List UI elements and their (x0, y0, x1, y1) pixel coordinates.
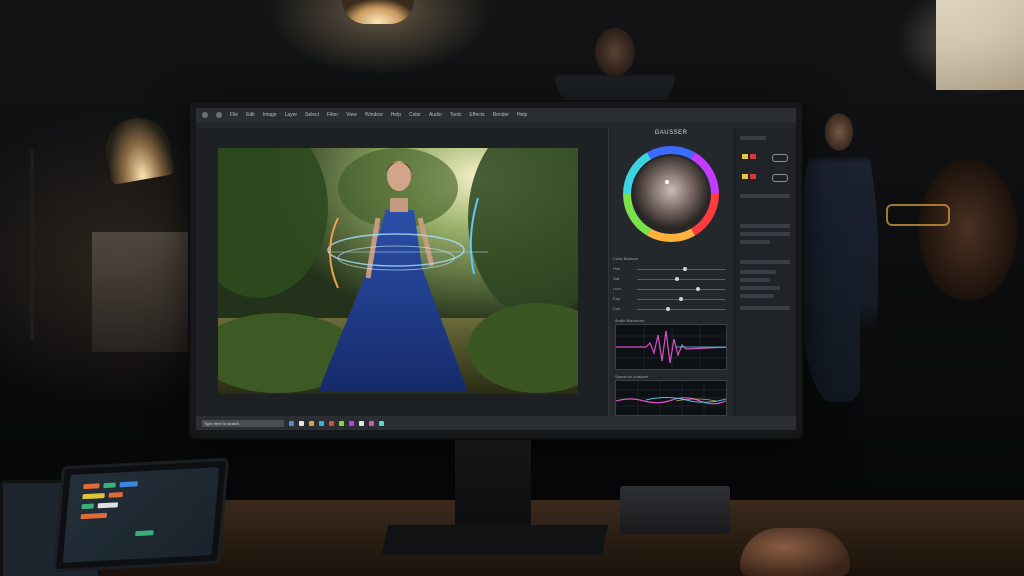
panel-row (740, 240, 770, 244)
scope2-label: Spectrum Analyzer (615, 374, 649, 379)
taskbar-app-icon[interactable] (289, 420, 294, 426)
taskbar-app-icon[interactable] (319, 420, 324, 426)
image-viewport[interactable] (218, 148, 578, 394)
monitor: File Edit Image Layer Select Filter View… (190, 102, 802, 438)
tablet-chip[interactable] (83, 483, 100, 490)
menu-item-11[interactable]: Tools (450, 112, 462, 118)
tablet-chip[interactable] (97, 502, 119, 509)
studio-scene: File Edit Image Layer Select Filter View… (0, 0, 1024, 576)
shelf (92, 232, 188, 352)
desk-lamp-arm (30, 150, 34, 340)
taskbar: Type here to search (196, 416, 796, 430)
slider-hue[interactable]: Hue (613, 266, 729, 272)
menu-item-4[interactable]: Select (305, 112, 319, 118)
panel-row (740, 278, 770, 282)
desk-lamp (101, 112, 175, 186)
slider-sat[interactable]: Sat (613, 276, 729, 282)
menu-item-2[interactable]: Image (263, 112, 277, 118)
panel-title: GAUSSER (654, 130, 688, 136)
color-wheel[interactable] (609, 142, 733, 252)
color-picker-handle[interactable] (665, 180, 669, 184)
taskbar-app-icon[interactable] (349, 420, 354, 426)
panel-row (740, 224, 790, 228)
panel-row (740, 232, 790, 236)
control-tablet (52, 457, 230, 573)
forest-portrait-image (218, 148, 578, 394)
menu-item-8[interactable]: Help (391, 112, 401, 118)
tablet-chip[interactable] (119, 481, 138, 488)
taskbar-app-icon[interactable] (359, 420, 364, 426)
menu-item-0[interactable]: File (230, 112, 238, 118)
tablet-chip[interactable] (135, 530, 154, 537)
color-panel: GAUSSER Color Balance Hue Sat Lum Exp Co… (608, 128, 733, 418)
menu-item-14[interactable]: Help (517, 112, 527, 118)
window-minimize-icon[interactable] (216, 112, 222, 118)
menu-item-12[interactable]: Effects (469, 112, 484, 118)
spectrum-scope (615, 380, 727, 416)
taskbar-search-input[interactable]: Type here to search (202, 419, 284, 427)
panel-row (740, 260, 790, 264)
taskbar-app-icon[interactable] (309, 420, 314, 426)
slider-knob[interactable] (683, 267, 688, 271)
monitor-stand-base (381, 525, 609, 555)
panel-row (740, 306, 790, 310)
waveform-scope (615, 324, 727, 370)
slider-knob[interactable] (674, 277, 679, 281)
menu-item-10[interactable]: Audio (429, 112, 442, 118)
panel-row (740, 286, 780, 290)
taskbar-app-icon[interactable] (329, 420, 334, 426)
toggle-icon[interactable] (772, 154, 788, 162)
panel-row (740, 270, 776, 274)
ceiling-lamp (342, 0, 414, 24)
menu-bar: File Edit Image Layer Select Filter View… (196, 108, 796, 122)
swatch-red-icon-2[interactable] (750, 174, 756, 179)
section-color-balance: Color Balance (613, 256, 639, 261)
menu-item-1[interactable]: Edit (246, 112, 255, 118)
panel-row (740, 136, 766, 140)
slider-lum[interactable]: Lum (613, 286, 729, 292)
tablet-chip[interactable] (80, 512, 108, 520)
tablet-chip[interactable] (108, 492, 123, 498)
tablet-chip[interactable] (82, 493, 105, 500)
tablet-chip[interactable] (81, 503, 94, 510)
panel-row (740, 194, 790, 198)
panel-row (740, 294, 774, 298)
scope1-label: Audio Waveform (615, 318, 645, 323)
menu-item-5[interactable]: Filter (327, 112, 338, 118)
toggle-icon-2[interactable] (772, 174, 788, 182)
slider-con[interactable]: Con (613, 306, 729, 312)
taskbar-app-icon[interactable] (379, 420, 384, 426)
swatch-red-icon[interactable] (750, 154, 756, 159)
menu-item-3[interactable]: Layer (285, 112, 298, 118)
slider-knob[interactable] (695, 287, 700, 291)
taskbar-app-icon[interactable] (299, 420, 304, 426)
menu-item-7[interactable]: Window (365, 112, 383, 118)
audio-interface-box (620, 486, 730, 534)
slider-knob[interactable] (666, 307, 671, 311)
swatch-yellow-icon[interactable] (742, 154, 748, 159)
window-close-icon[interactable] (202, 112, 208, 118)
tablet-chip[interactable] (103, 482, 116, 489)
glasses (886, 204, 950, 226)
slider-exp[interactable]: Exp (613, 296, 729, 302)
taskbar-app-icon[interactable] (369, 420, 374, 426)
editor-hand (740, 528, 850, 576)
swatch-yellow-icon-2[interactable] (742, 174, 748, 179)
softbox-light (936, 0, 1024, 90)
properties-panel (736, 128, 794, 418)
control-tablet-screen (62, 467, 220, 563)
menu-item-9[interactable]: Color (409, 112, 421, 118)
slider-knob[interactable] (679, 297, 683, 301)
taskbar-app-icon[interactable] (339, 420, 344, 426)
menu-item-13[interactable]: Render (493, 112, 509, 118)
editing-software-window: File Edit Image Layer Select Filter View… (196, 108, 796, 430)
menu-item-6[interactable]: View (346, 112, 357, 118)
